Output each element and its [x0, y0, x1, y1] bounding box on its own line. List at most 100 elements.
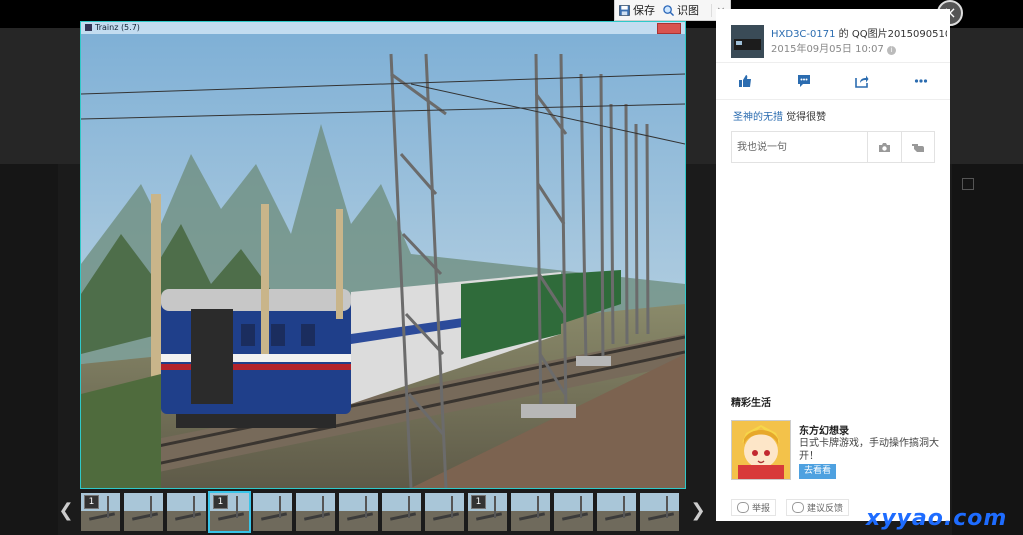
- main-photo: Trainz (5.7): [80, 21, 686, 489]
- thumbnail-item[interactable]: [554, 493, 593, 531]
- comment-button[interactable]: [789, 69, 819, 93]
- recognize-label: 识图: [677, 4, 699, 17]
- likes-summary: 圣神的无措 觉得很赞: [733, 108, 826, 123]
- thumbnail-sky: [425, 493, 464, 511]
- share-button[interactable]: [847, 69, 877, 93]
- game-window-title: Trainz (5.7): [95, 23, 140, 32]
- thumbs-up-icon: [739, 75, 752, 87]
- game-logo-icon: [85, 24, 92, 31]
- report-icon: [737, 502, 749, 513]
- thumbnails-next-button[interactable]: ❯: [687, 491, 709, 533]
- thumbnail-pole: [623, 496, 625, 518]
- more-icon: [914, 79, 927, 83]
- train-scene-image: [81, 34, 685, 488]
- thumbnail-sky: [124, 493, 163, 511]
- action-bar: [716, 62, 950, 100]
- comment-icon: [797, 75, 810, 87]
- thumbnail-count-badge: 1: [471, 495, 486, 509]
- thumbnail-pole: [150, 496, 152, 518]
- thumbnail-sky: [296, 493, 335, 511]
- thumbnail-strip: ❮ 1 1 1 ❯: [55, 491, 715, 535]
- more-button[interactable]: [906, 69, 936, 93]
- info-icon[interactable]: i: [886, 46, 896, 55]
- ad-description: 日式卡牌游戏，手动操作搞洞大开！: [799, 438, 939, 462]
- thumbnail-item[interactable]: 1: [81, 493, 120, 531]
- life-section-title: 精彩生活: [731, 398, 771, 409]
- thumbnail-pole: [408, 496, 410, 518]
- thumbnail-sky: [167, 493, 206, 511]
- likes-suffix: 觉得很赞: [783, 112, 827, 123]
- thumbnail-item[interactable]: 1: [208, 491, 251, 533]
- thumbnail-pole: [236, 496, 238, 518]
- thumbnail-pole: [580, 496, 582, 518]
- liker-name-link[interactable]: 圣神的无措: [733, 112, 783, 123]
- thumbnail-sky: [382, 493, 421, 511]
- thumbnail-count-badge: 1: [213, 495, 228, 509]
- thumbnail-item[interactable]: [511, 493, 550, 531]
- image-toolbar: 保存 识图 ×: [614, 0, 731, 21]
- photo-name: QQ图片2015090510...: [851, 29, 947, 40]
- feedback-label: 建议反馈: [807, 504, 844, 514]
- thumbnail-pole: [322, 496, 324, 518]
- photo-date-line: 2015年09月05日 10:07 i: [771, 40, 896, 55]
- thumbnail-sky: [640, 493, 679, 511]
- ad-title[interactable]: 东方幻想录: [799, 422, 849, 437]
- thumbnail-pole: [365, 496, 367, 518]
- poke-button[interactable]: [900, 132, 935, 162]
- ad-go-button[interactable]: 去看看: [799, 464, 836, 479]
- avatar-train-icon: [731, 25, 764, 58]
- thumbnail-sky: [554, 493, 593, 511]
- save-icon: [619, 4, 630, 16]
- uploader-name-link[interactable]: HXD3C-0171: [771, 29, 835, 40]
- thumbnail-item[interactable]: [425, 493, 464, 531]
- photo-date: 2015年09月05日 10:07: [771, 44, 884, 55]
- thumbnail-item[interactable]: [296, 493, 335, 531]
- window-close-icon: [657, 23, 681, 34]
- thumbnail-count-badge: 1: [84, 495, 99, 509]
- comment-box: [731, 131, 935, 163]
- panel-footer: 举报 建议反馈: [731, 499, 850, 516]
- thumbnail-item[interactable]: [640, 493, 679, 531]
- report-button[interactable]: 举报: [731, 499, 777, 516]
- background-edit-icon: [962, 178, 978, 191]
- share-icon: [855, 75, 869, 88]
- thumbnail-item[interactable]: [167, 493, 206, 531]
- like-button[interactable]: [730, 69, 760, 93]
- thumbnail-pole: [666, 496, 668, 518]
- thumbnail-sky: [597, 493, 636, 511]
- uploader-avatar[interactable]: [731, 25, 764, 58]
- background-right-column: [952, 164, 1023, 535]
- camera-icon: [878, 142, 890, 152]
- thumbnail-pole: [279, 496, 281, 518]
- thumbnail-pole: [107, 496, 109, 518]
- thumbnail-item[interactable]: [597, 493, 636, 531]
- camera-button[interactable]: [867, 132, 901, 162]
- thumbnail-item[interactable]: [124, 493, 163, 531]
- game-window-titlebar: Trainz (5.7): [81, 22, 685, 34]
- title-connector: 的: [835, 29, 852, 40]
- thumbnail-item[interactable]: 1: [468, 493, 507, 531]
- ad-character-icon: [732, 421, 790, 479]
- feedback-icon: [792, 502, 805, 513]
- save-label: 保存: [633, 4, 655, 17]
- thumbnail-pole: [451, 496, 453, 518]
- save-button[interactable]: 保存: [615, 0, 659, 20]
- photo-info-panel: HXD3C-0171 的 QQ图片2015090510... 2015年09月0…: [716, 9, 950, 521]
- recognize-button[interactable]: 识图: [659, 0, 703, 20]
- thumbnails-prev-button[interactable]: ❮: [55, 491, 77, 533]
- thumbnail-item[interactable]: [382, 493, 421, 531]
- thumbnail-pole: [193, 496, 195, 518]
- hand-icon: [911, 144, 924, 152]
- background-left-column: [0, 164, 58, 535]
- comment-input[interactable]: [732, 132, 867, 162]
- thumbnail-sky: [253, 493, 292, 511]
- ad-game-image[interactable]: [731, 420, 791, 480]
- thumbnail-pole: [494, 496, 496, 518]
- report-label: 举报: [752, 504, 771, 514]
- photo-title-line: HXD3C-0171 的 QQ图片2015090510...: [771, 25, 947, 40]
- thumbnail-item[interactable]: [339, 493, 378, 531]
- recognize-icon: [663, 4, 674, 16]
- feedback-button[interactable]: 建议反馈: [786, 499, 850, 516]
- thumbnail-item[interactable]: [253, 493, 292, 531]
- thumbnail-sky: [511, 493, 550, 511]
